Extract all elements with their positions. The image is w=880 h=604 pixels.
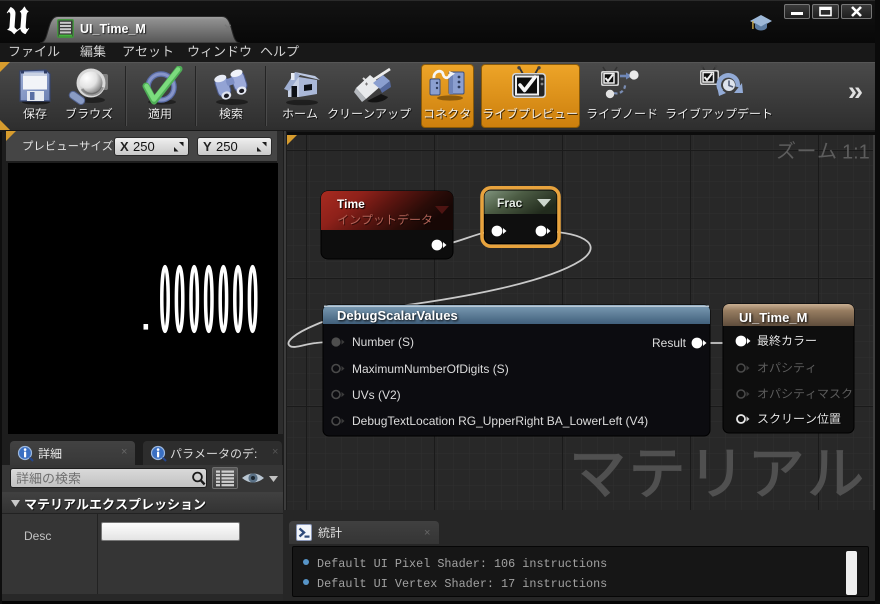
svg-text::: : xyxy=(254,447,257,461)
